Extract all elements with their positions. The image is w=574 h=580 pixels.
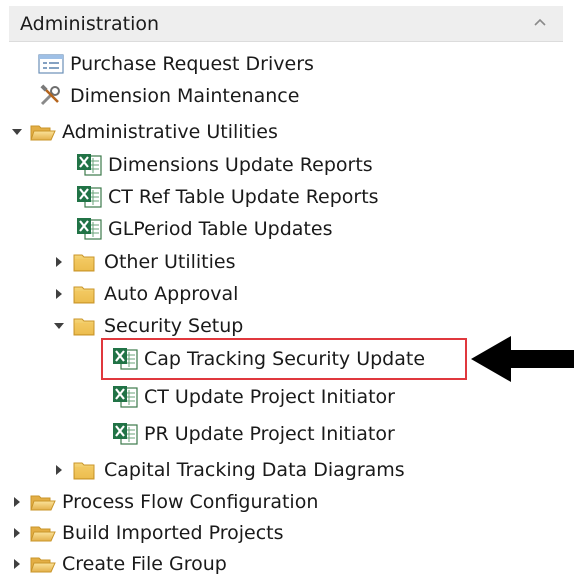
tree-item-label: Cap Tracking Security Update (144, 348, 426, 370)
tree-item-label: Capital Tracking Data Diagrams (104, 459, 405, 481)
folder-icon (72, 282, 98, 306)
tree-item-dimensions-update-reports[interactable]: Dimensions Update Reports (76, 150, 373, 180)
folder-icon (72, 314, 98, 338)
tree-item-label: Dimensions Update Reports (108, 154, 373, 176)
tree-item-administrative-utilities[interactable]: Administrative Utilities (10, 117, 278, 147)
tree-item-label: Dimension Maintenance (70, 85, 300, 107)
tree-item-build-imported-projects[interactable]: Build Imported Projects (10, 518, 284, 548)
folder-icon (72, 250, 98, 274)
administration-panel: Administration Purchase Request Drivers … (0, 0, 574, 580)
tree-item-label: Process Flow Configuration (62, 491, 319, 513)
tree-item-pr-update-project-initiator[interactable]: PR Update Project Initiator (112, 419, 395, 449)
excel-icon (76, 153, 102, 177)
form-icon (38, 54, 64, 74)
tree-item-ct-update-project-initiator[interactable]: CT Update Project Initiator (112, 382, 395, 412)
expanded-triangle-icon[interactable] (10, 125, 24, 139)
tree-item-dimension-maintenance[interactable]: Dimension Maintenance (38, 81, 299, 111)
folder-open-icon (30, 552, 56, 576)
tree-item-label: Auto Approval (104, 283, 239, 305)
folder-open-icon (30, 120, 56, 144)
excel-icon (76, 217, 102, 241)
tree-item-other-utilities[interactable]: Other Utilities (52, 247, 236, 277)
excel-icon (76, 185, 102, 209)
collapsed-triangle-icon[interactable] (52, 287, 66, 301)
collapsed-triangle-icon[interactable] (10, 557, 24, 571)
tools-icon (40, 84, 60, 106)
tree-item-purchase-request-drivers[interactable]: Purchase Request Drivers (38, 49, 314, 79)
arrow-left-icon (471, 336, 574, 382)
panel-title: Administration (20, 13, 160, 35)
expanded-triangle-icon[interactable] (52, 319, 66, 333)
panel-header[interactable]: Administration (9, 6, 563, 42)
folder-icon (72, 458, 98, 482)
tree-item-label: GLPeriod Table Updates (108, 218, 333, 240)
excel-icon (112, 422, 138, 446)
excel-icon (112, 385, 138, 409)
tree-item-label: Administrative Utilities (62, 121, 278, 143)
collapsed-triangle-icon[interactable] (52, 463, 66, 477)
tree-item-label: Create File Group (62, 553, 227, 575)
tree-item-ct-ref-table-update-reports[interactable]: CT Ref Table Update Reports (76, 182, 379, 212)
chevron-up-icon[interactable] (531, 14, 549, 32)
tree-item-label: Security Setup (104, 315, 244, 337)
tree-item-security-setup[interactable]: Security Setup (52, 311, 243, 341)
collapsed-triangle-icon[interactable] (10, 526, 24, 540)
tree-item-label: PR Update Project Initiator (144, 423, 395, 445)
tree-item-cap-tracking-security-update[interactable]: Cap Tracking Security Update (112, 344, 425, 374)
tree-item-label: CT Update Project Initiator (144, 386, 395, 408)
folder-open-icon (30, 521, 56, 545)
tree-item-glperiod-table-updates[interactable]: GLPeriod Table Updates (76, 214, 332, 244)
tree-item-capital-tracking-data-diagrams[interactable]: Capital Tracking Data Diagrams (52, 455, 405, 485)
tree-item-process-flow-configuration[interactable]: Process Flow Configuration (10, 487, 318, 517)
tree-item-label: CT Ref Table Update Reports (108, 186, 379, 208)
collapsed-triangle-icon[interactable] (10, 495, 24, 509)
tree-item-auto-approval[interactable]: Auto Approval (52, 279, 238, 309)
folder-open-icon (30, 490, 56, 514)
tree-item-label: Build Imported Projects (62, 522, 284, 544)
tree-item-create-file-group[interactable]: Create File Group (10, 549, 227, 579)
tree-item-label: Other Utilities (104, 251, 236, 273)
excel-icon (112, 347, 138, 371)
tree-item-label: Purchase Request Drivers (70, 53, 314, 75)
collapsed-triangle-icon[interactable] (52, 255, 66, 269)
